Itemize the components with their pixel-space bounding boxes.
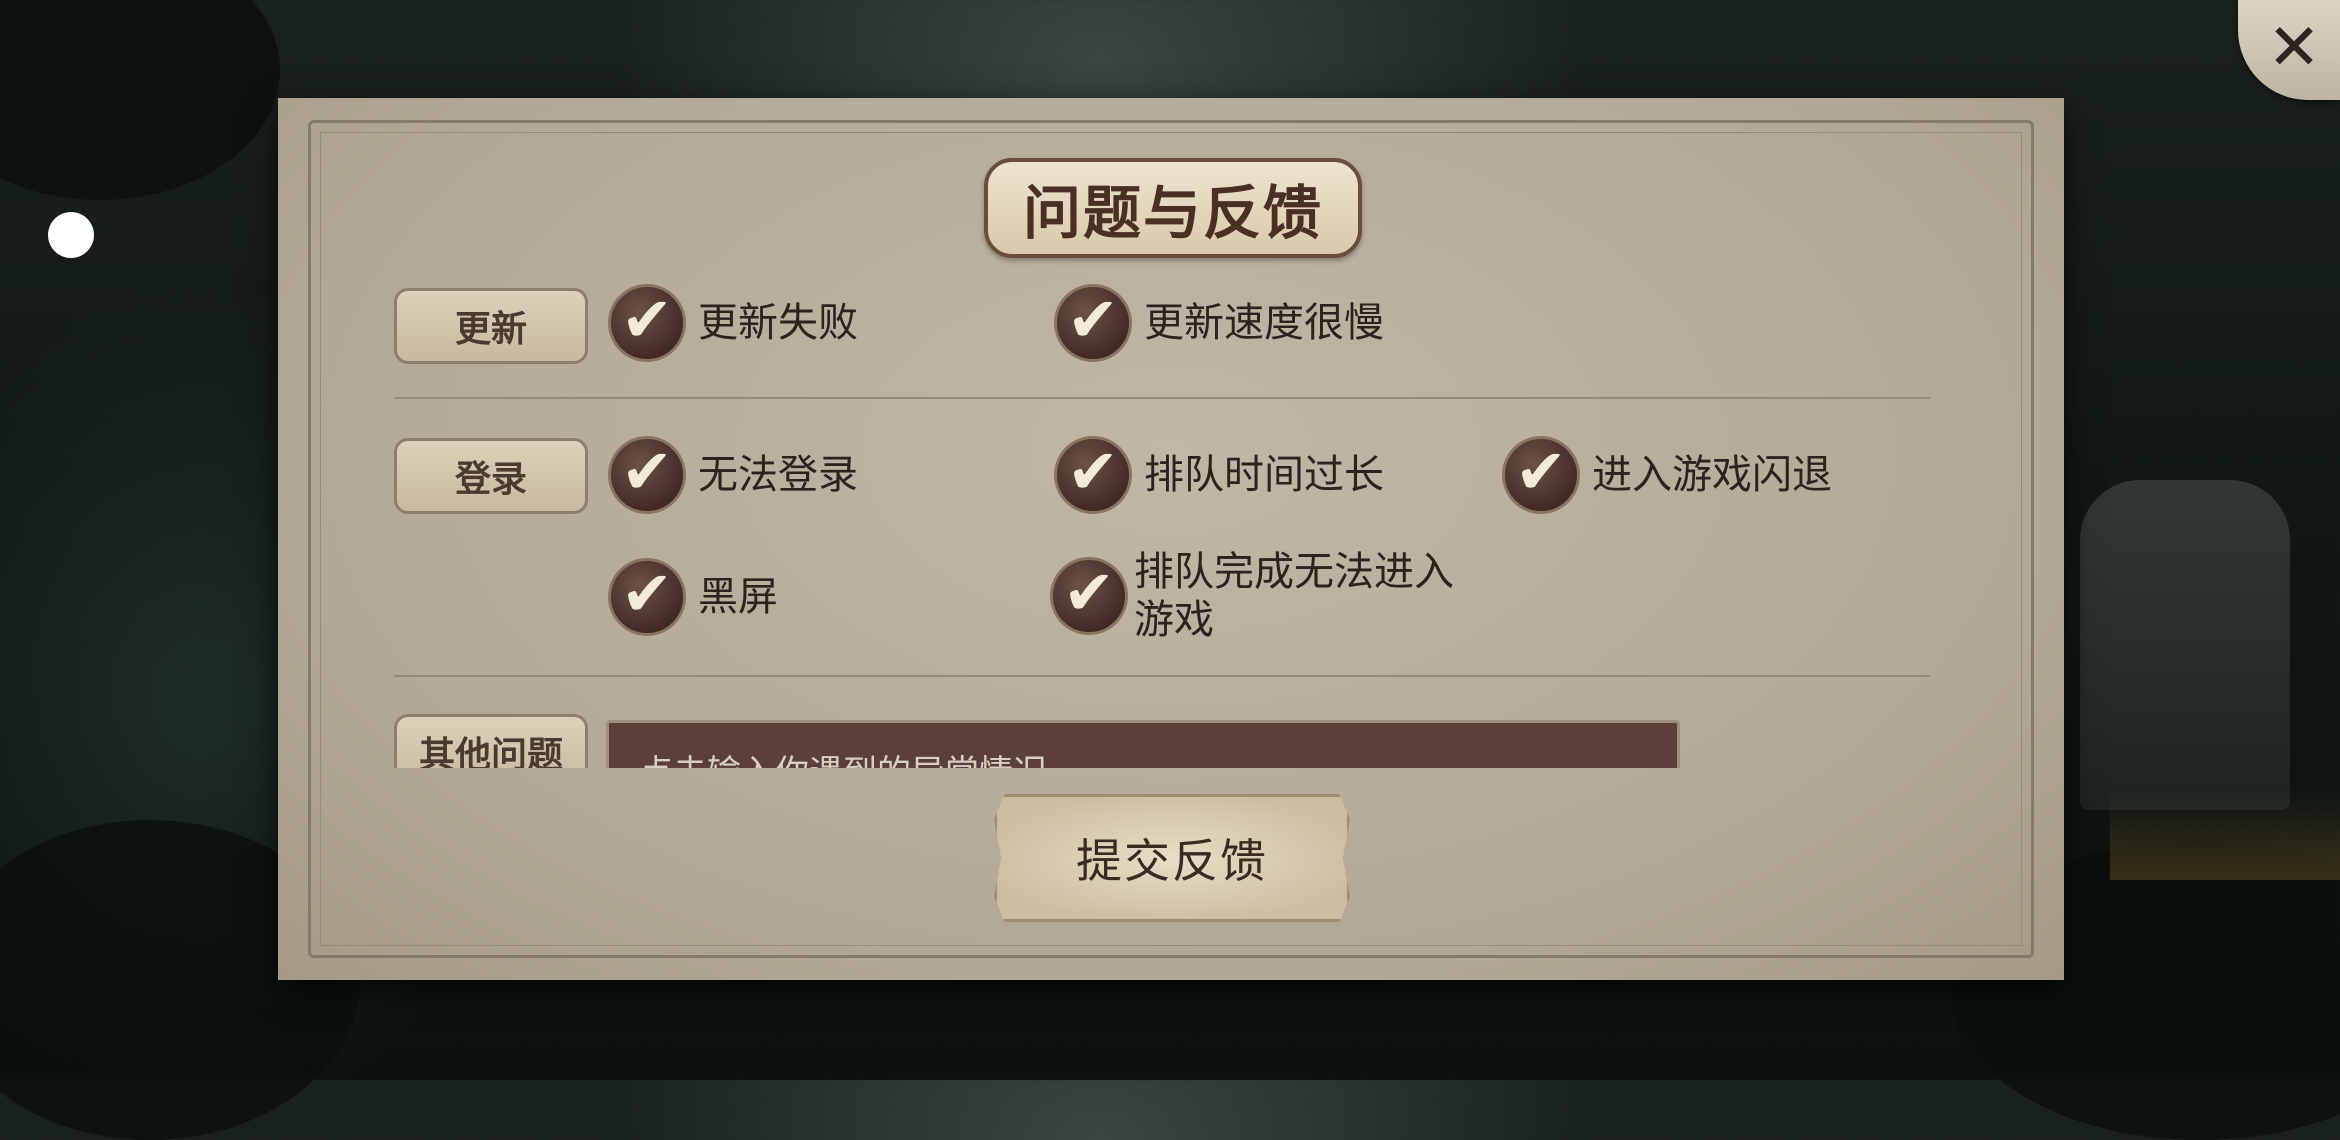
- checkbox-checked[interactable]: ✔: [608, 436, 686, 514]
- dialog-title-plaque: 问题与反馈: [984, 158, 1362, 258]
- checkmark-icon: ✔: [621, 283, 673, 356]
- category-label-login: 登录: [394, 438, 588, 514]
- checkbox-checked[interactable]: ✔: [1050, 557, 1128, 635]
- close-button[interactable]: ✕: [2238, 0, 2340, 100]
- option-label: 黑屏: [698, 574, 778, 620]
- input-placeholder: 点击输入你遇到的异常情况: [639, 745, 1047, 768]
- submit-feedback-button[interactable]: 提交反馈: [994, 794, 1350, 922]
- other-issue-input[interactable]: 点击输入你遇到的异常情况: [606, 720, 1680, 768]
- submit-button-label: 提交反馈: [1076, 834, 1268, 888]
- checkmark-icon: ✔: [1067, 283, 1119, 356]
- background-grass: [2110, 790, 2340, 880]
- option-cannot-login[interactable]: ✔ 无法登录: [608, 436, 858, 514]
- checkbox-checked[interactable]: ✔: [608, 558, 686, 636]
- category-label-other: 其他问题: [394, 714, 588, 768]
- option-label: 排队时间过长: [1144, 452, 1384, 498]
- option-queue-done-cannot-enter[interactable]: ✔ 排队完成无法进入 游戏: [1050, 548, 1454, 644]
- option-crash-on-enter[interactable]: ✔ 进入游戏闪退: [1502, 436, 1832, 514]
- checkbox-checked[interactable]: ✔: [1054, 284, 1132, 362]
- option-label: 排队完成无法进入 游戏: [1134, 548, 1454, 644]
- category-label-update: 更新: [394, 288, 588, 364]
- background-foliage: [0, 0, 280, 200]
- close-icon: ✕: [2267, 11, 2321, 85]
- scroll-area-clip: 其他问题 点击输入你遇到的异常情况: [278, 698, 2064, 768]
- category-label-text: 其他问题: [418, 734, 563, 768]
- checkmark-icon: ✔: [621, 557, 673, 630]
- checkmark-icon: ✔: [1067, 435, 1119, 508]
- background-gravestone: [2080, 480, 2290, 810]
- option-update-slow[interactable]: ✔ 更新速度很慢: [1054, 284, 1384, 362]
- option-label: 更新速度很慢: [1144, 300, 1384, 346]
- checkbox-checked[interactable]: ✔: [1502, 436, 1580, 514]
- category-label-text: 更新: [454, 308, 527, 350]
- row-divider: [394, 397, 1930, 399]
- dialog-title: 问题与反馈: [1022, 179, 1323, 247]
- checkbox-checked[interactable]: ✔: [608, 284, 686, 362]
- category-label-text: 登录: [454, 458, 527, 500]
- option-label: 无法登录: [698, 452, 858, 498]
- touch-pointer-dot: [48, 212, 94, 258]
- option-label: 更新失败: [698, 300, 858, 346]
- option-label-line: 游戏: [1134, 597, 1214, 643]
- checkmark-icon: ✔: [1063, 556, 1115, 629]
- checkmark-icon: ✔: [621, 435, 673, 508]
- row-divider: [394, 675, 1930, 677]
- checkmark-icon: ✔: [1515, 435, 1567, 508]
- option-label: 进入游戏闪退: [1592, 452, 1832, 498]
- option-black-screen[interactable]: ✔ 黑屏: [608, 558, 778, 636]
- feedback-dialog: 问题与反馈 更新 ✔ 更新失败 ✔ 更新速度很慢 登录 ✔ 无法登录 ✔ 排队时…: [278, 98, 2064, 980]
- checkbox-checked[interactable]: ✔: [1054, 436, 1132, 514]
- option-queue-too-long[interactable]: ✔ 排队时间过长: [1054, 436, 1384, 514]
- option-label-line: 排队完成无法进入: [1134, 549, 1454, 595]
- option-update-failed[interactable]: ✔ 更新失败: [608, 284, 858, 362]
